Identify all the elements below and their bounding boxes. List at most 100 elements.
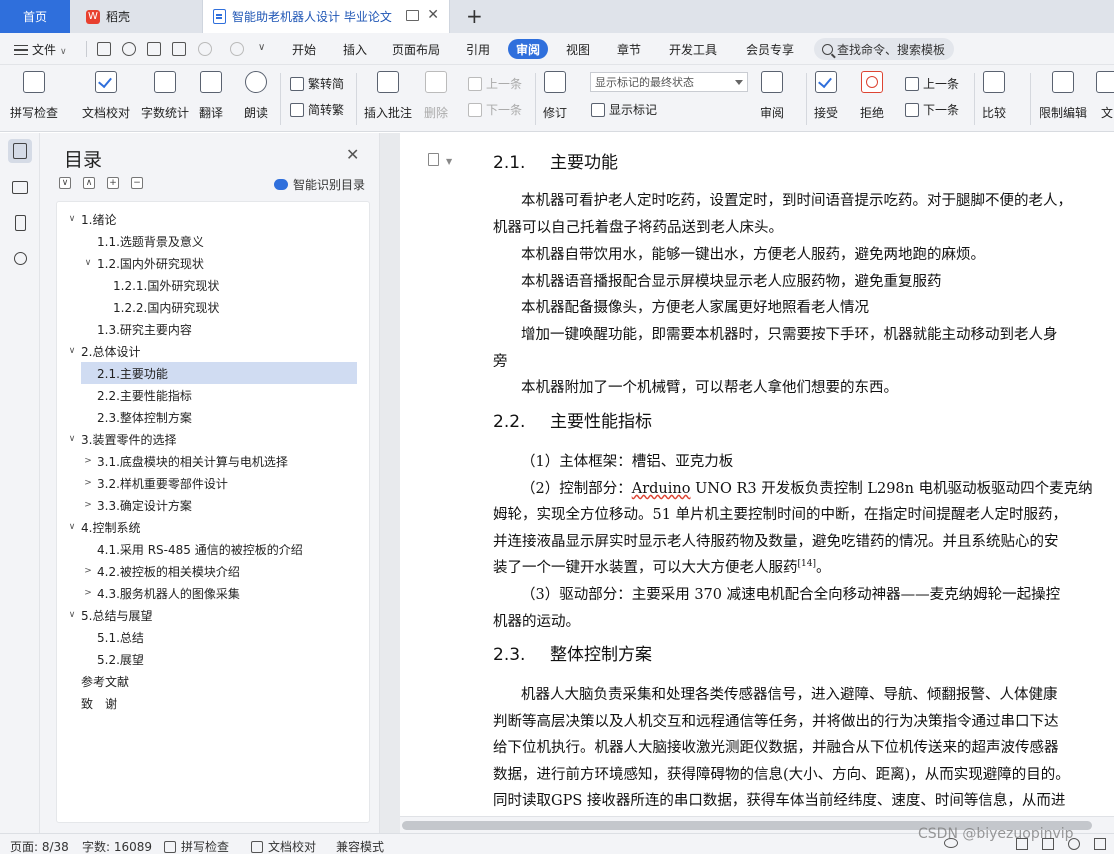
menu-developer[interactable]: 开发工具: [669, 41, 717, 58]
remove-heading-icon[interactable]: −: [131, 177, 143, 189]
status-proofread[interactable]: 文档校对: [251, 838, 316, 854]
redo-icon[interactable]: [230, 42, 244, 56]
word-count-button[interactable]: 字数统计: [141, 71, 189, 121]
restrict-edit-button[interactable]: 限制编辑: [1039, 71, 1087, 121]
toc-item[interactable]: >3.1.底盘模块的相关计算与电机选择: [81, 450, 357, 472]
close-icon[interactable]: ✕: [346, 145, 359, 164]
toc-item[interactable]: >3.2.样机重要零部件设计: [81, 472, 357, 494]
review-pane-button[interactable]: 审阅: [760, 71, 784, 121]
toc-item[interactable]: 1.3.研究主要内容: [81, 318, 357, 340]
prev-change-button[interactable]: 上一条: [905, 75, 959, 92]
paragraph: 本机器语音播报配合显示屏模块显示老人应服药物，避免重复服药: [521, 274, 942, 290]
navigation-icon[interactable]: [8, 175, 32, 199]
toc-item[interactable]: 2.1.主要功能: [81, 362, 357, 384]
new-tab-button[interactable]: +: [466, 4, 483, 28]
accept-button[interactable]: 接受: [814, 71, 838, 121]
document-outline-icon[interactable]: [428, 153, 439, 166]
toc-item[interactable]: ∨ 2.总体设计: [65, 340, 357, 362]
window-icon[interactable]: [406, 10, 419, 21]
read-aloud-button[interactable]: 朗读: [244, 71, 268, 121]
menu-view[interactable]: 视图: [566, 41, 590, 58]
smart-toc-button[interactable]: 智能识别目录: [274, 176, 365, 193]
chevron-down-icon[interactable]: ∨: [81, 258, 95, 268]
reject-button[interactable]: 拒绝: [860, 71, 884, 121]
toc-item[interactable]: ∨ 5.总结与展望: [65, 604, 357, 626]
menu-review[interactable]: 审阅: [508, 39, 548, 59]
markup-state-select[interactable]: 显示标记的最终状态: [590, 72, 748, 92]
spelling-error[interactable]: Arduino: [632, 481, 691, 497]
chevron-down-icon[interactable]: ∨: [65, 346, 79, 356]
word-count-indicator[interactable]: 字数: 16089: [82, 838, 152, 854]
toc-item[interactable]: >4.2.被控板的相关模块介绍: [81, 560, 357, 582]
save-icon[interactable]: [97, 42, 111, 56]
tab-home[interactable]: 首页: [0, 0, 70, 33]
document-button[interactable]: 文: [1096, 71, 1114, 121]
status-spell-check[interactable]: 拼写检查: [164, 838, 229, 854]
menu-start[interactable]: 开始: [292, 41, 316, 58]
edit-icon[interactable]: [1094, 838, 1106, 850]
toc-item[interactable]: 1.1.选题背景及意义: [81, 230, 357, 252]
chevron-down-icon[interactable]: ▼: [446, 157, 452, 166]
prev-comment-button[interactable]: 上一条: [468, 75, 522, 92]
tab-document[interactable]: 智能助老机器人设计 毕业论文 ✕: [202, 0, 450, 33]
citation-ref[interactable]: [14]: [798, 559, 816, 569]
toc-item[interactable]: 2.2.主要性能指标: [81, 384, 357, 406]
revise-button[interactable]: 修订: [543, 71, 567, 121]
menu-insert[interactable]: 插入: [343, 41, 367, 58]
toc-item[interactable]: 致 谢: [65, 692, 357, 714]
chevron-down-icon[interactable]: ∨: [65, 434, 79, 444]
chevron-down-icon[interactable]: ∨: [65, 214, 79, 224]
translate-button[interactable]: 翻译: [199, 71, 223, 121]
tab-daoke[interactable]: W 稻壳: [72, 0, 200, 33]
menu-member[interactable]: 会员专享: [746, 41, 794, 58]
page-indicator[interactable]: 页面: 8/38: [10, 838, 69, 854]
customize-chevron-icon[interactable]: ∨: [258, 42, 265, 53]
expand-up-icon[interactable]: ∧: [83, 177, 95, 189]
toc-item[interactable]: 4.1.采用 RS-485 通信的被控板的介绍: [81, 538, 357, 560]
toc-item[interactable]: 1.2.1.国外研究现状: [97, 274, 357, 296]
next-comment-button[interactable]: 下一条: [468, 101, 522, 118]
toc-item[interactable]: 5.2.展望: [81, 648, 357, 670]
toc-panel-icon[interactable]: [8, 139, 32, 163]
chevron-right-icon[interactable]: >: [81, 566, 95, 576]
chevron-right-icon[interactable]: >: [81, 456, 95, 466]
chevron-down-icon[interactable]: ∨: [65, 610, 79, 620]
toc-item[interactable]: 参考文献: [65, 670, 357, 692]
print-icon[interactable]: [147, 42, 161, 56]
collapse-all-icon[interactable]: ∨: [59, 177, 71, 189]
print-preview-icon[interactable]: [172, 42, 186, 56]
file-menu[interactable]: 文件 ∨: [14, 41, 67, 58]
insert-comment-button[interactable]: 插入批注: [364, 71, 412, 121]
chevron-right-icon[interactable]: >: [81, 500, 95, 510]
simp-to-trad-button[interactable]: 简转繁: [290, 101, 344, 118]
toc-item[interactable]: ∨ 3.装置零件的选择: [65, 428, 357, 450]
menu-references[interactable]: 引用: [466, 41, 490, 58]
share-icon[interactable]: [122, 42, 136, 56]
undo-icon[interactable]: [198, 42, 212, 56]
command-search[interactable]: 查找命令、搜索模板: [814, 38, 954, 60]
toc-item[interactable]: >3.3.确定设计方案: [81, 494, 357, 516]
show-markup-button[interactable]: 显示标记: [591, 101, 657, 118]
menu-chapter[interactable]: 章节: [617, 41, 641, 58]
chevron-down-icon[interactable]: ∨: [65, 522, 79, 532]
proofread-button[interactable]: 文档校对: [82, 71, 130, 121]
toc-item[interactable]: 2.3.整体控制方案: [81, 406, 357, 428]
toc-item[interactable]: 5.1.总结: [81, 626, 357, 648]
toc-item[interactable]: ∨ 1.2.国内外研究现状: [81, 252, 357, 274]
close-tab-icon[interactable]: ✕: [427, 7, 439, 23]
toc-item[interactable]: ∨ 1.绪论: [65, 208, 357, 230]
chevron-right-icon[interactable]: >: [81, 478, 95, 488]
toc-item[interactable]: >4.3.服务机器人的图像采集: [81, 582, 357, 604]
trad-to-simp-button[interactable]: 繁转简: [290, 75, 344, 92]
next-change-button[interactable]: 下一条: [905, 101, 959, 118]
spell-check-button[interactable]: 拼写检查: [10, 71, 58, 121]
compare-button[interactable]: 比较: [982, 71, 1006, 121]
search-icon[interactable]: [8, 246, 32, 270]
add-heading-icon[interactable]: +: [107, 177, 119, 189]
menu-page-layout[interactable]: 页面布局: [392, 41, 440, 58]
delete-comment-button[interactable]: 删除: [424, 71, 448, 121]
bookmark-icon[interactable]: [8, 211, 32, 235]
toc-item[interactable]: ∨ 4.控制系统: [65, 516, 357, 538]
chevron-right-icon[interactable]: >: [81, 588, 95, 598]
toc-item[interactable]: 1.2.2.国内研究现状: [97, 296, 357, 318]
